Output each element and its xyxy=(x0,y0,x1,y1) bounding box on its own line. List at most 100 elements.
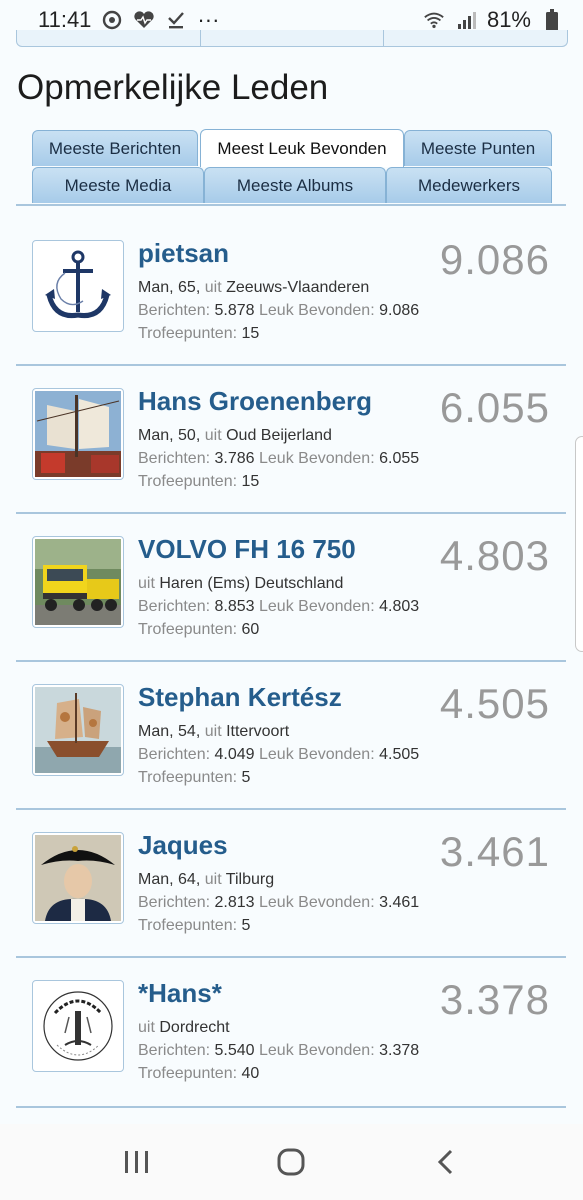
trofee-value[interactable]: 40 xyxy=(241,1065,259,1082)
gender-label: Man, xyxy=(138,871,174,888)
berichten-label: Berichten: xyxy=(138,302,211,319)
leuk-label: Leuk Bevonden: xyxy=(259,302,375,319)
back-icon xyxy=(437,1149,452,1175)
avatar[interactable] xyxy=(32,980,124,1072)
anchor-icon xyxy=(35,243,121,329)
tab-meest-leuk-bevonden[interactable]: Meest Leuk Bevonden xyxy=(200,129,404,167)
leuk-label: Leuk Bevonden: xyxy=(259,1042,375,1059)
leuk-value: 4.803 xyxy=(379,598,420,615)
leuk-label: Leuk Bevonden: xyxy=(259,894,375,911)
berichten-label: Berichten: xyxy=(138,450,211,467)
leuk-value: 3.461 xyxy=(379,894,420,911)
berichten-value: 5.540 xyxy=(214,1042,255,1059)
top-nav-segment xyxy=(201,30,385,46)
tab-meeste-berichten[interactable]: Meeste Berichten xyxy=(32,130,198,166)
from-label: uit xyxy=(204,427,222,444)
signal-icon xyxy=(455,9,477,31)
scrollbar-handle[interactable] xyxy=(575,436,583,652)
member-location[interactable]: Zeeuws-Vlaanderen xyxy=(226,279,369,296)
member-name[interactable]: *Hans* xyxy=(138,978,222,1009)
wifi-icon xyxy=(423,9,445,31)
trofee-label: Trofeepunten: xyxy=(138,473,238,490)
member-name[interactable]: VOLVO FH 16 750 xyxy=(138,534,356,565)
member-demographics: uit Dordrecht xyxy=(138,1016,419,1039)
kolderstok-seal xyxy=(35,983,121,1069)
trofee-value[interactable]: 15 xyxy=(241,325,259,342)
trofee-value[interactable]: 60 xyxy=(241,621,259,638)
member-score: 4.803 xyxy=(439,532,550,579)
list-item: Stephan Kertész Man, 54, uit Ittervoort … xyxy=(16,660,566,810)
tall-ship-photo xyxy=(35,391,121,477)
top-nav-remnant xyxy=(16,30,568,47)
home-button[interactable] xyxy=(261,1132,321,1192)
top-nav-segment xyxy=(17,30,201,46)
avatar[interactable] xyxy=(32,684,124,776)
berichten-value: 4.049 xyxy=(214,746,255,763)
berichten-label: Berichten: xyxy=(138,598,211,615)
trofee-label: Trofeepunten: xyxy=(138,769,238,786)
berichten-value: 8.853 xyxy=(214,598,255,615)
recent-apps-button[interactable] xyxy=(107,1132,167,1192)
tab-meeste-media[interactable]: Meeste Media xyxy=(32,167,204,203)
member-score: 4.505 xyxy=(439,680,550,727)
leuk-value: 6.055 xyxy=(379,450,420,467)
tab-medewerkers[interactable]: Medewerkers xyxy=(386,167,552,203)
home-icon xyxy=(277,1148,305,1176)
trofee-label: Trofeepunten: xyxy=(138,325,238,342)
trofee-label: Trofeepunten: xyxy=(138,1065,238,1082)
avatar[interactable] xyxy=(32,536,124,628)
member-demographics: Man, 50, uit Oud Beijerland xyxy=(138,424,419,447)
top-nav-segment xyxy=(384,30,567,46)
from-label: uit xyxy=(204,871,222,888)
avatar[interactable] xyxy=(32,240,124,332)
member-location[interactable]: Haren (Ems) Deutschland xyxy=(159,575,343,592)
member-location[interactable]: Dordrecht xyxy=(159,1019,229,1036)
tab-bar: Meeste Berichten Meest Leuk Bevonden Mee… xyxy=(32,129,552,204)
tab-row-1: Meeste Berichten Meest Leuk Bevonden Mee… xyxy=(32,129,552,167)
member-location[interactable]: Ittervoort xyxy=(226,723,289,740)
member-location[interactable]: Tilburg xyxy=(226,871,274,888)
member-age: 64, xyxy=(178,871,201,888)
berichten-value: 5.878 xyxy=(214,302,255,319)
member-name[interactable]: Stephan Kertész xyxy=(138,682,342,713)
trofee-value[interactable]: 5 xyxy=(241,917,250,934)
leuk-value: 4.505 xyxy=(379,746,420,763)
back-button[interactable] xyxy=(416,1132,476,1192)
tab-meeste-punten[interactable]: Meeste Punten xyxy=(404,130,552,166)
member-age: 54, xyxy=(178,723,201,740)
from-label: uit xyxy=(204,279,222,296)
list-item: VOLVO FH 16 750 uit Haren (Ems) Deutschl… xyxy=(16,512,566,662)
member-age: 50, xyxy=(178,427,201,444)
list-item: *Hans* uit Dordrecht Berichten: 5.540 Le… xyxy=(16,956,566,1104)
member-info: uit Dordrecht Berichten: 5.540 Leuk Bevo… xyxy=(138,1016,419,1085)
berichten-label: Berichten: xyxy=(138,1042,211,1059)
member-name[interactable]: Hans Groenenberg xyxy=(138,386,372,417)
member-score: 3.461 xyxy=(439,828,550,875)
trofee-value[interactable]: 5 xyxy=(241,769,250,786)
member-stats: Berichten: 5.540 Leuk Bevonden: 3.378 xyxy=(138,1039,419,1062)
trofee-value[interactable]: 15 xyxy=(241,473,259,490)
recent-apps-icon xyxy=(125,1151,149,1173)
berichten-value: 3.786 xyxy=(214,450,255,467)
member-info: uit Haren (Ems) Deutschland Berichten: 8… xyxy=(138,572,419,641)
list-divider xyxy=(16,1106,566,1108)
berichten-label: Berichten: xyxy=(138,894,211,911)
member-trophies: Trofeepunten: 40 xyxy=(138,1062,419,1085)
battery-icon xyxy=(541,9,563,31)
member-name[interactable]: pietsan xyxy=(138,238,229,269)
chrome-icon xyxy=(101,9,123,31)
member-demographics: uit Haren (Ems) Deutschland xyxy=(138,572,419,595)
tab-meeste-albums[interactable]: Meeste Albums xyxy=(204,167,386,203)
gender-label: Man, xyxy=(138,427,174,444)
tabs-divider xyxy=(16,204,566,206)
member-location[interactable]: Oud Beijerland xyxy=(226,427,332,444)
leuk-label: Leuk Bevonden: xyxy=(259,746,375,763)
page-title: Opmerkelijke Leden xyxy=(17,68,329,107)
avatar[interactable] xyxy=(32,388,124,480)
gender-label: Man, xyxy=(138,279,174,296)
trofee-label: Trofeepunten: xyxy=(138,621,238,638)
member-demographics: Man, 65, uit Zeeuws-Vlaanderen xyxy=(138,276,419,299)
avatar[interactable] xyxy=(32,832,124,924)
member-name[interactable]: Jaques xyxy=(138,830,228,861)
ship-painting xyxy=(35,687,121,773)
